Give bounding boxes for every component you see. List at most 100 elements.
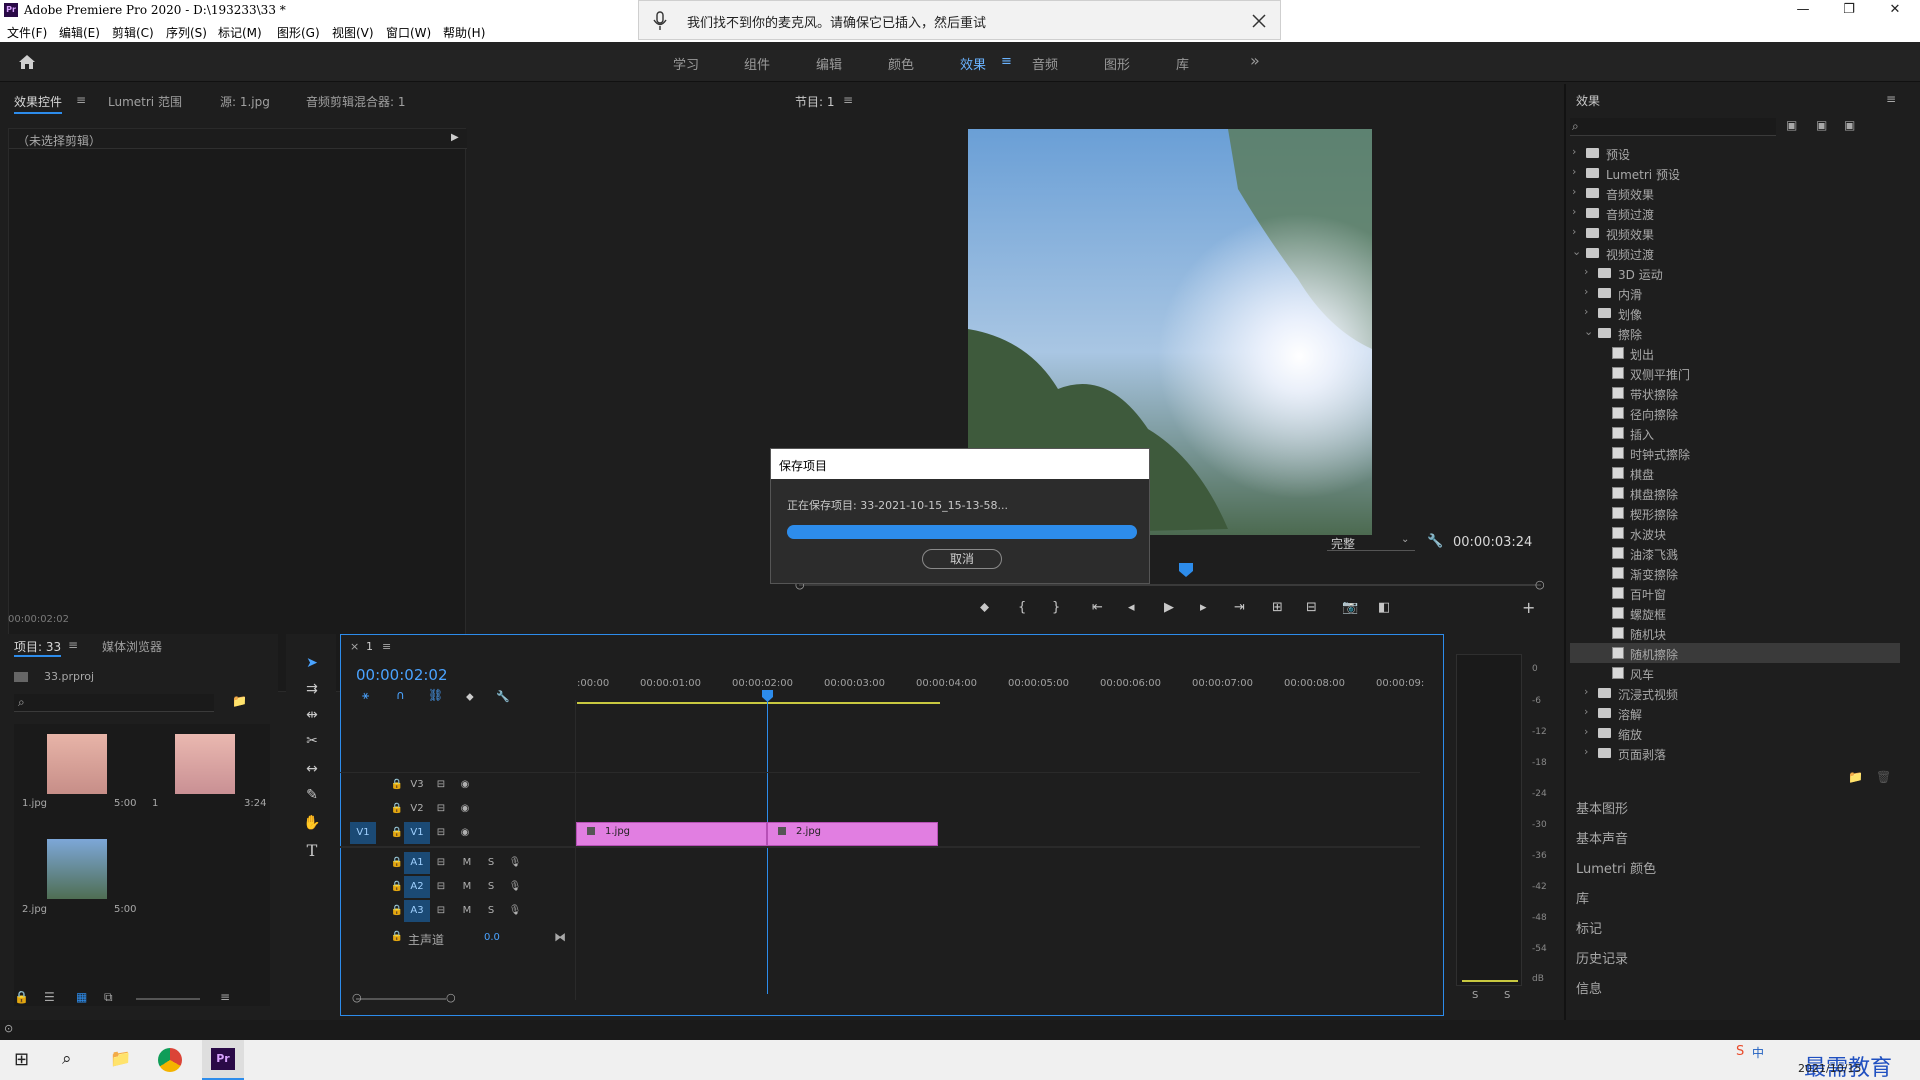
tab-media-browser[interactable]: 媒体浏览器 [102, 638, 162, 655]
search-icon[interactable]: ⌕ [62, 1049, 72, 1069]
thumb-1-jpg[interactable] [47, 734, 107, 794]
effect-folder[interactable]: › 音频过渡 [1570, 203, 1900, 223]
step-forward-icon[interactable]: ▸ [1200, 600, 1207, 615]
mark-in-icon[interactable]: { [1018, 600, 1026, 615]
panel-lumetri-color[interactable]: Lumetri 颜色 [1576, 858, 1656, 877]
linked-selection-icon[interactable]: ⛓ [428, 688, 443, 702]
sync-lock-icon[interactable]: ⊟ [428, 876, 454, 898]
icon-view-icon[interactable]: ▦ [76, 990, 87, 1004]
mark-out-icon[interactable]: } [1052, 600, 1060, 615]
workspace-graphics[interactable]: 图形 [1104, 54, 1130, 73]
effect-folder[interactable]: › 3D 运动 [1570, 263, 1900, 283]
zoom-handle-right[interactable]: ○ [446, 991, 456, 1004]
nest-icon[interactable]: ⚹ [362, 688, 369, 703]
effect-folder[interactable]: › 页面剥落 [1570, 743, 1900, 763]
ripple-edit-tool-icon[interactable]: ⇹ [300, 704, 324, 726]
tab-source[interactable]: 源: 1.jpg [220, 93, 270, 110]
effect-item[interactable]: 插入 [1570, 423, 1900, 443]
sequence-tab[interactable]: 1 [366, 640, 373, 653]
new-bin-icon[interactable]: 📁 [232, 694, 247, 708]
effect-item[interactable]: 百叶窗 [1570, 583, 1900, 603]
minimize-button[interactable]: — [1780, 0, 1826, 20]
track-label-v1[interactable]: V1 [404, 822, 430, 844]
track-label-v2[interactable]: V2 [404, 798, 430, 820]
new-bin-icon[interactable]: 📁 [1848, 770, 1863, 784]
workspace-assembly[interactable]: 组件 [744, 54, 770, 73]
sync-lock-icon[interactable]: ⊟ [428, 900, 454, 922]
lift-icon[interactable]: ⊞ [1272, 600, 1283, 615]
effect-item[interactable]: 棋盘 [1570, 463, 1900, 483]
microphone-icon[interactable]: 🎙 [502, 876, 528, 898]
play-icon[interactable]: ▶ [1164, 600, 1174, 615]
freeform-view-icon[interactable]: ⧉ [104, 990, 113, 1005]
chevron-down-icon[interactable]: ⌄ [1584, 325, 1594, 338]
panel-essential-graphics[interactable]: 基本图形 [1576, 798, 1628, 817]
delete-icon[interactable]: 🗑 [1876, 770, 1891, 784]
thumb-2-jpg[interactable] [47, 839, 107, 899]
track-label-a2[interactable]: A2 [404, 876, 430, 898]
close-icon[interactable] [1251, 13, 1267, 29]
close-button[interactable]: ✕ [1872, 0, 1918, 20]
chevron-right-icon[interactable]: › [1584, 265, 1594, 278]
zoom-handle-left[interactable]: ○ [352, 991, 362, 1004]
menu-marker[interactable]: 标记(M) [218, 24, 262, 41]
project-search-input[interactable]: ⌕ [14, 694, 214, 712]
32bit-effects-icon[interactable]: ▣ [1816, 118, 1827, 132]
workspace-effects[interactable]: 效果 [960, 54, 986, 73]
effect-folder[interactable]: › 音频效果 [1570, 183, 1900, 203]
workspace-audio[interactable]: 音频 [1032, 54, 1058, 73]
effect-item[interactable]: 随机擦除 [1570, 643, 1900, 663]
tab-effect-controls[interactable]: 效果控件 [14, 93, 63, 114]
chevron-right-icon[interactable]: › [1584, 685, 1594, 698]
effect-item[interactable]: 楔形擦除 [1570, 503, 1900, 523]
workspace-color[interactable]: 颜色 [888, 54, 914, 73]
effect-folder[interactable]: › 预设 [1570, 143, 1900, 163]
project-menu-icon[interactable]: ≡ [68, 638, 78, 652]
cancel-button[interactable]: 取消 [922, 549, 1002, 569]
workspace-libraries[interactable]: 库 [1176, 54, 1189, 73]
hand-tool-icon[interactable]: ✋ [300, 812, 324, 834]
mute-button[interactable]: M [454, 876, 480, 898]
menu-graphics[interactable]: 图形(G) [277, 24, 320, 41]
razor-tool-icon[interactable]: ✂ [300, 730, 324, 752]
microphone-icon[interactable]: 🎙 [502, 900, 528, 922]
menu-file[interactable]: 文件(F) [7, 24, 47, 41]
clip-2-jpg[interactable]: 2.jpg [767, 822, 938, 846]
timeline-settings-icon[interactable]: 🔧 [496, 690, 510, 703]
sync-lock-icon[interactable]: ⊟ [428, 852, 454, 874]
master-expand-icon[interactable]: ⧓ [554, 930, 566, 944]
tab-project[interactable]: 项目: 33 [14, 638, 62, 657]
menu-view[interactable]: 视图(V) [332, 24, 374, 41]
list-view-icon[interactable]: ☰ [44, 990, 55, 1004]
sequence-menu-icon[interactable]: ≡ [382, 640, 391, 653]
effect-item[interactable]: 棋盘擦除 [1570, 483, 1900, 503]
close-sequence-icon[interactable]: × [350, 640, 359, 653]
scrub-end-handle[interactable]: ○ [1535, 578, 1545, 591]
effect-folder[interactable]: ⌄ 视频过渡 [1570, 243, 1900, 263]
panel-history[interactable]: 历史记录 [1576, 948, 1628, 967]
sogou-icon[interactable]: S [1736, 1044, 1744, 1059]
lock-track-icon[interactable]: 🔒 [384, 926, 410, 948]
add-marker-icon[interactable]: ⬥ [980, 600, 989, 615]
panel-libraries[interactable]: 库 [1576, 888, 1589, 907]
effect-folder[interactable]: › 缩放 [1570, 723, 1900, 743]
meter-solo-left[interactable]: S [1472, 990, 1478, 1001]
effect-item[interactable]: 双侧平推门 [1570, 363, 1900, 383]
accelerated-effects-icon[interactable]: ▣ [1786, 118, 1797, 132]
chevron-down-icon[interactable]: ⌄ [1572, 245, 1582, 258]
step-back-icon[interactable]: ◂ [1128, 600, 1135, 615]
maximize-button[interactable]: ❐ [1826, 0, 1872, 20]
effect-folder[interactable]: › 划像 [1570, 303, 1900, 323]
effect-item[interactable]: 风车 [1570, 663, 1900, 683]
track-label-a3[interactable]: A3 [404, 900, 430, 922]
add-marker-timeline-icon[interactable]: ⬥ [466, 690, 474, 704]
home-icon[interactable] [18, 54, 36, 70]
chevron-right-icon[interactable]: › [1572, 185, 1582, 198]
clip-1-jpg[interactable]: 1.jpg [576, 822, 767, 846]
tab-lumetri-scopes[interactable]: Lumetri 范围 [108, 93, 182, 110]
export-frame-icon[interactable]: 📷 [1342, 600, 1358, 615]
selection-tool-icon[interactable]: ➤ [300, 652, 324, 674]
track-select-tool-icon[interactable]: ⇉ [300, 678, 324, 700]
workspace-editing[interactable]: 编辑 [816, 54, 842, 73]
slip-tool-icon[interactable]: ↔ [300, 758, 324, 780]
